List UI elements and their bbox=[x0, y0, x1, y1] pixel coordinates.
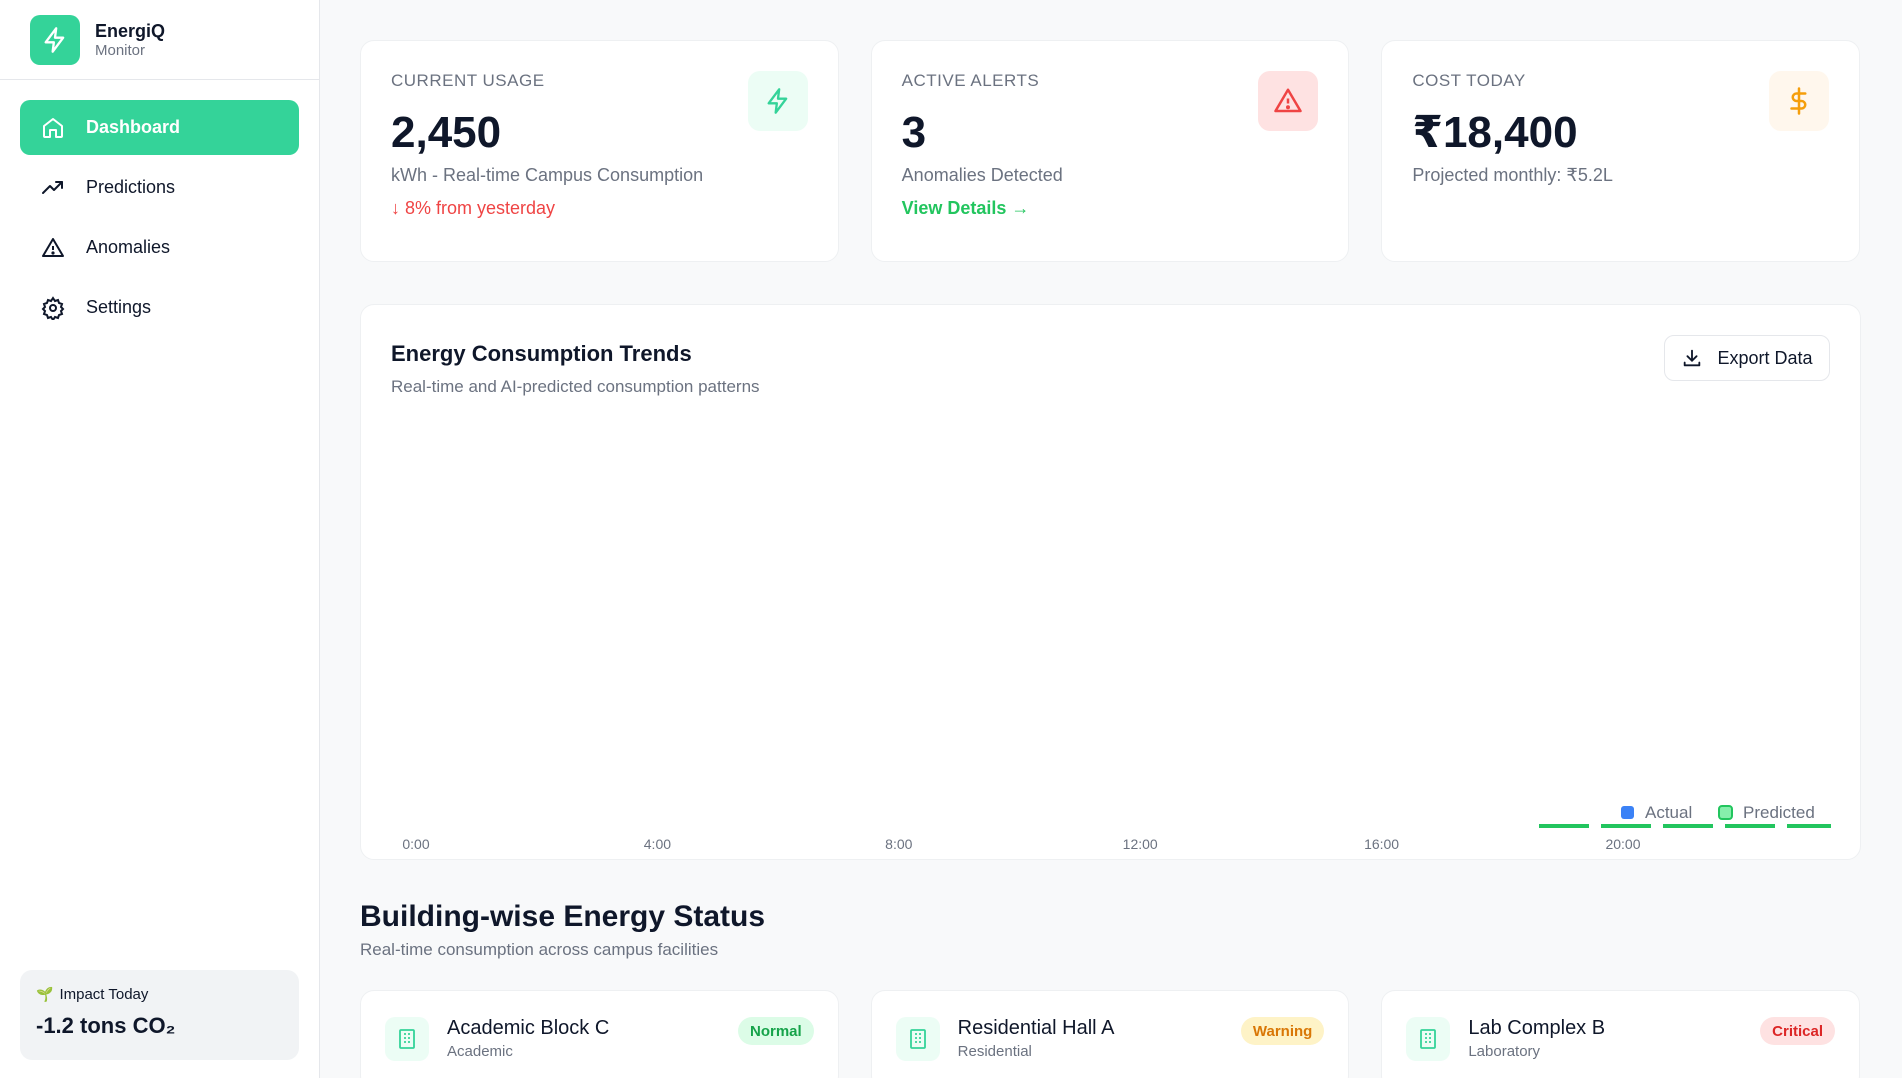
building-icon bbox=[895, 1017, 940, 1061]
energy-trends-card: Energy Consumption Trends Real-time and … bbox=[360, 304, 1861, 860]
brand-subtitle: Monitor bbox=[95, 41, 146, 59]
building-type: Laboratory bbox=[1468, 1043, 1541, 1060]
building-card[interactable]: Lab Complex B Laboratory Critical bbox=[1381, 990, 1861, 1078]
dollar-icon bbox=[1769, 71, 1830, 131]
x-tick-label: 4:00 bbox=[644, 836, 671, 852]
stat-desc: kWh - Real-time Campus Consumption bbox=[391, 165, 704, 185]
stat-label: CURRENT USAGE bbox=[391, 71, 545, 90]
sidebar-item-predictions[interactable]: Predictions bbox=[20, 160, 299, 215]
stat-value: 2,450 bbox=[391, 108, 502, 157]
impact-card: 🌱 Impact Today -1.2 tons CO₂ bbox=[20, 970, 299, 1060]
sidebar-item-label: Dashboard bbox=[86, 117, 181, 137]
stat-card-current-usage: CURRENT USAGE 2,450 kWh - Real-time Camp… bbox=[360, 40, 839, 262]
sprout-icon: 🌱 bbox=[36, 986, 54, 1002]
status-badge: Normal bbox=[737, 1017, 814, 1045]
impact-value: -1.2 tons CO₂ bbox=[36, 1013, 176, 1038]
sidebar-item-dashboard[interactable]: Dashboard bbox=[20, 100, 299, 155]
building-card[interactable]: Academic Block C Academic Normal bbox=[360, 990, 839, 1078]
x-tick-label: 12:00 bbox=[1123, 836, 1158, 852]
legend-swatch bbox=[1718, 805, 1733, 820]
main-content: CURRENT USAGE 2,450 kWh - Real-time Camp… bbox=[360, 40, 1861, 1078]
legend-label: Predicted bbox=[1743, 803, 1815, 822]
stat-card-active-alerts: ACTIVE ALERTS 3 Anomalies Detected View … bbox=[870, 40, 1350, 262]
building-icon bbox=[385, 1017, 429, 1061]
building-name: Academic Block C bbox=[447, 1017, 610, 1039]
trending-up-icon bbox=[40, 175, 66, 201]
legend-label: Actual bbox=[1645, 803, 1692, 822]
stat-value: 3 bbox=[901, 108, 927, 157]
building-card[interactable]: Residential Hall A Residential Warning bbox=[870, 990, 1350, 1078]
brand: EnergiQ Monitor bbox=[0, 0, 319, 80]
sidebar-item-label: Anomalies bbox=[86, 237, 171, 257]
home-icon bbox=[40, 115, 66, 141]
gear-icon bbox=[40, 295, 66, 321]
lightning-icon bbox=[30, 14, 80, 65]
stat-change: ↓ 8% from yesterday bbox=[391, 198, 556, 218]
sidebar-item-label: Settings bbox=[86, 297, 152, 317]
x-tick-label: 16:00 bbox=[1364, 836, 1399, 852]
status-badge: Critical bbox=[1760, 1017, 1836, 1045]
brand-name: EnergiQ bbox=[95, 20, 166, 41]
warning-icon bbox=[40, 235, 66, 261]
energy-trend-chart: 0:00 4:00 8:00 12:00 16:00 20:00 Actual Predict… bbox=[402, 803, 1831, 852]
stat-card-cost-today: COST TODAY ₹18,400 Projected monthly: ₹5… bbox=[1381, 40, 1861, 262]
stat-label: ACTIVE ALERTS bbox=[901, 71, 1040, 90]
buildings-subtitle: Real-time consumption across campus faci… bbox=[360, 940, 719, 959]
sidebar-item-anomalies[interactable]: Anomalies bbox=[20, 220, 299, 275]
buildings-row: Academic Block C Academic Normal Residen… bbox=[360, 990, 1861, 1078]
buildings-title: Building-wise Energy Status bbox=[360, 900, 766, 933]
status-badge: Warning bbox=[1240, 1017, 1325, 1045]
lightning-icon bbox=[747, 71, 808, 131]
stat-desc: Projected monthly: ₹5.2L bbox=[1412, 165, 1613, 185]
stat-desc: Anomalies Detected bbox=[901, 165, 1063, 185]
x-tick-label: 8:00 bbox=[885, 836, 912, 852]
building-type: Academic bbox=[447, 1043, 513, 1060]
building-name: Lab Complex B bbox=[1468, 1017, 1606, 1039]
legend-swatch bbox=[1621, 806, 1634, 819]
x-tick-label: 0:00 bbox=[402, 836, 429, 852]
stat-label: COST TODAY bbox=[1412, 71, 1526, 90]
view-details-link[interactable]: View Details → bbox=[902, 198, 1319, 219]
stats-row: CURRENT USAGE 2,450 kWh - Real-time Camp… bbox=[360, 40, 1861, 262]
sidebar-item-label: Predictions bbox=[86, 177, 176, 197]
sidebar: EnergiQ Monitor Dashboard Predictions An… bbox=[0, 0, 320, 1078]
stat-value: ₹18,400 bbox=[1412, 108, 1578, 157]
sidebar-nav: Dashboard Predictions Anomalies Settings bbox=[0, 80, 319, 360]
building-type: Residential bbox=[957, 1043, 1032, 1060]
warning-icon bbox=[1258, 71, 1319, 131]
impact-label: Impact Today bbox=[59, 986, 149, 1003]
x-tick-label: 20:00 bbox=[1605, 836, 1640, 852]
building-name: Residential Hall A bbox=[957, 1017, 1115, 1039]
building-icon bbox=[1406, 1017, 1451, 1061]
sidebar-item-settings[interactable]: Settings bbox=[20, 280, 299, 335]
